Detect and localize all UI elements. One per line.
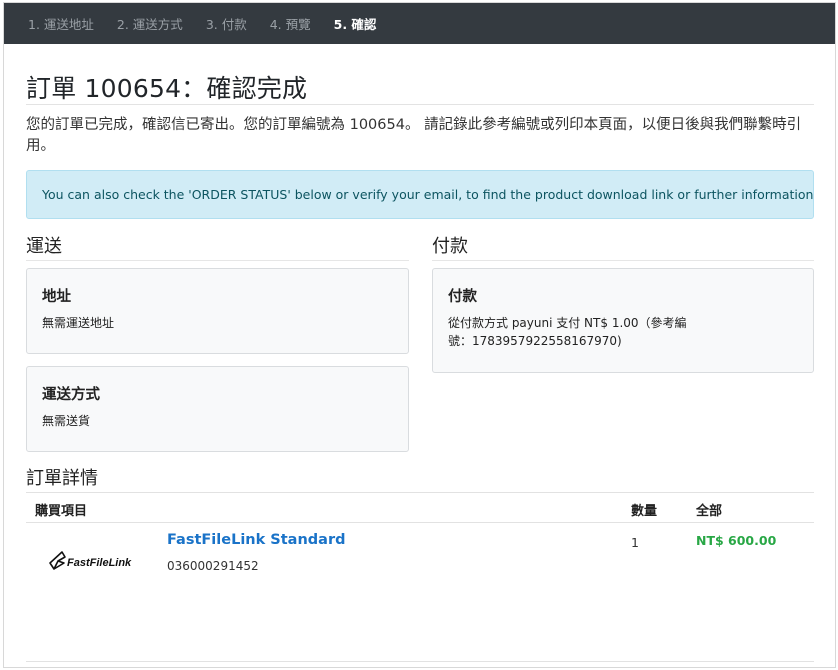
product-link[interactable]: FastFileLink Standard (167, 532, 345, 548)
shipping-address-card: 地址 無需運送地址 (26, 268, 409, 354)
card-title: 運送方式 (42, 387, 100, 403)
card-text: 無需運送地址 (42, 316, 115, 330)
step-shipping-address[interactable]: 1. 運送地址 (28, 14, 94, 33)
column-header-qty: 數量 (631, 504, 658, 519)
card-title: 地址 (42, 289, 71, 305)
column-header-total: 全部 (696, 504, 723, 519)
card-title: 付款 (448, 289, 477, 305)
item-quantity: 1 (631, 535, 639, 550)
step-shipping-method[interactable]: 2. 運送方式 (117, 14, 183, 33)
checkout-steps-nav: 1. 運送地址 2. 運送方式 3. 付款 4. 預覽 5. 確認 (4, 3, 835, 44)
card-text: 無需送貨 (42, 414, 91, 428)
column-header-item: 購買項目 (35, 504, 88, 519)
divider (26, 492, 814, 493)
product-sku: 036000291452 (167, 559, 259, 573)
item-total: NT$ 600.00 (696, 533, 777, 548)
payment-card: 付款 從付款方式 payuni 支付 NT$ 1.00（參考編號：1783957… (432, 268, 814, 373)
divider (26, 522, 814, 523)
card-text: 從付款方式 payuni 支付 NT$ 1.00（參考編號：1783957922… (448, 316, 687, 348)
shipping-heading: 運送 (26, 236, 62, 257)
logo-text: FastFileLink (67, 557, 132, 569)
divider (26, 104, 814, 105)
confirmation-message: 您的訂單已完成，確認信已寄出。您的訂單編號為 100654。 請記錄此參考編號或… (26, 117, 802, 154)
divider (432, 260, 814, 261)
step-review[interactable]: 4. 預覽 (270, 14, 311, 33)
paper-plane-icon (49, 551, 66, 570)
page-title: 訂單 100654：確認完成 (26, 74, 308, 103)
page-frame: 1. 運送地址 2. 運送方式 3. 付款 4. 預覽 5. 確認 訂單 100… (3, 2, 836, 668)
divider (26, 260, 409, 261)
shipping-method-card: 運送方式 無需送貨 (26, 366, 409, 452)
divider (26, 661, 814, 662)
step-confirm[interactable]: 5. 確認 (334, 14, 377, 33)
order-details-heading: 訂單詳情 (26, 468, 98, 489)
step-payment[interactable]: 3. 付款 (206, 14, 247, 33)
payment-heading: 付款 (432, 236, 468, 257)
fastfilelink-logo: FastFileLink (49, 551, 132, 570)
info-alert: You can also check the 'ORDER STATUS' be… (26, 170, 814, 219)
